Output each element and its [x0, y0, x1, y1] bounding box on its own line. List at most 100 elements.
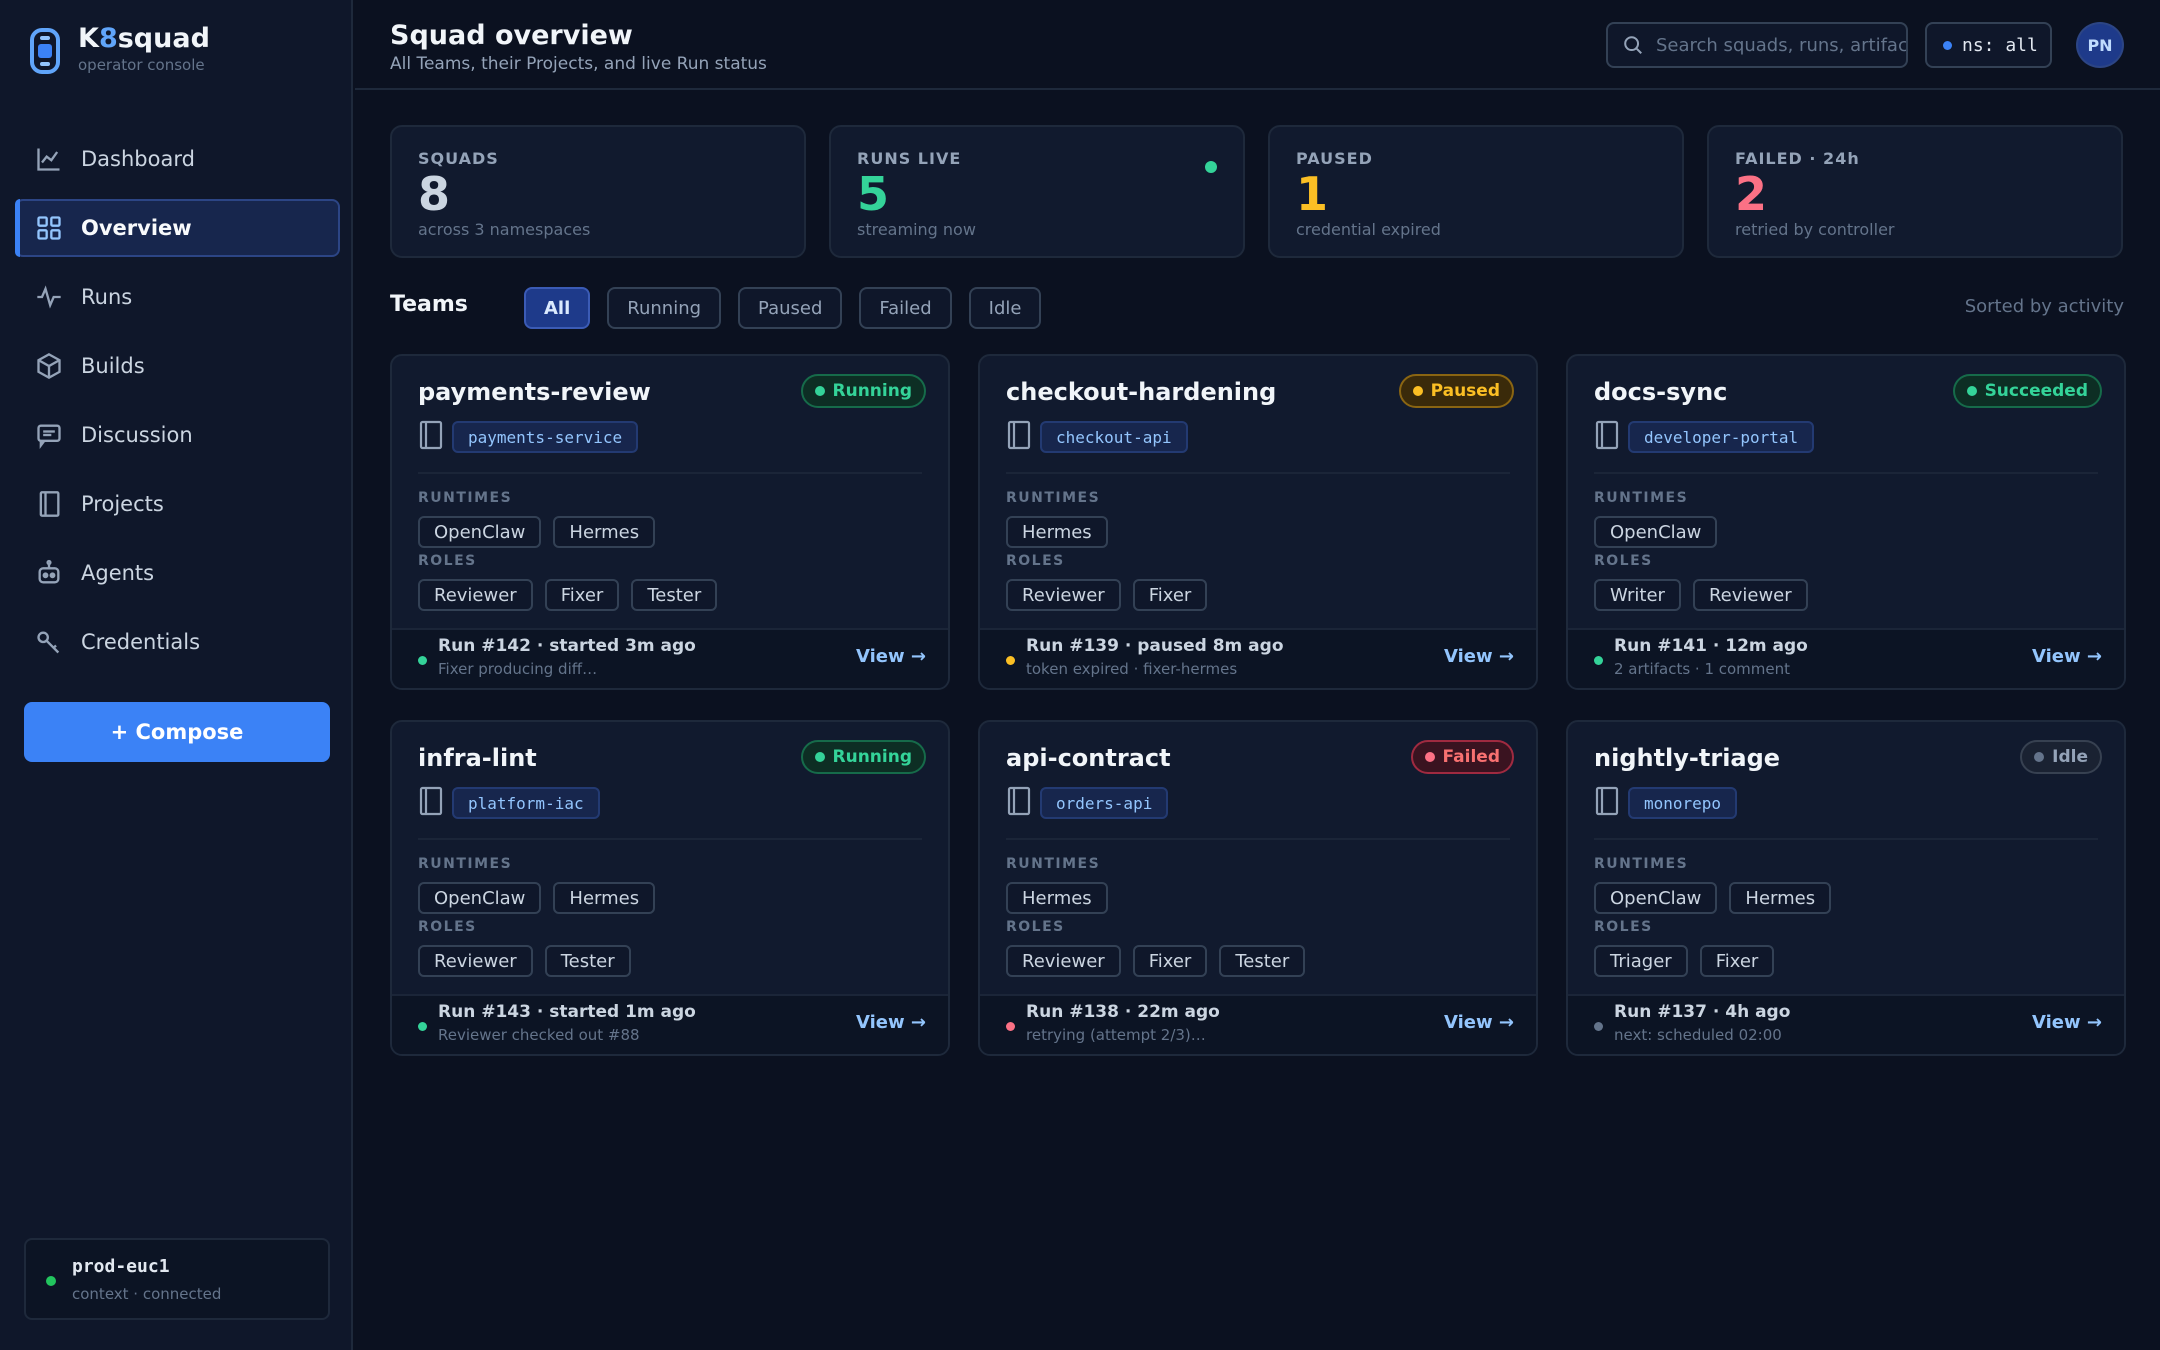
runtime-tags: Hermes	[1006, 882, 1120, 914]
runtime-tag: Hermes	[1006, 882, 1108, 914]
book-icon	[1006, 786, 1032, 820]
project-tag[interactable]: checkout-api	[1040, 421, 1188, 453]
runtimes-label: RUNTIMES	[1594, 490, 1689, 506]
sidebar-item-discussion[interactable]: Discussion	[15, 406, 340, 464]
project-tag[interactable]: monorepo	[1628, 787, 1738, 819]
sidebar-item-credentials[interactable]: Credentials	[15, 613, 340, 671]
role-tag: Fixer	[1699, 945, 1775, 977]
sidebar-item-runs[interactable]: Runs	[15, 268, 340, 326]
team-name: nightly-triage	[1594, 744, 1781, 772]
view-run-link[interactable]: View →	[2032, 646, 2102, 667]
book-icon	[1594, 786, 1620, 820]
team-card-infra-lint[interactable]: infra-lint Running platform-iac RUNTIMES Ope…	[390, 720, 950, 1056]
status-dot	[2034, 752, 2045, 762]
filter-running[interactable]: Running	[607, 287, 722, 329]
project-link[interactable]: monorepo	[1594, 786, 1738, 820]
runtime-tag: OpenClaw	[418, 516, 542, 548]
team-card-checkout-hardening[interactable]: checkout-hardening Paused checkout-api RUNT…	[978, 354, 1538, 690]
stat-card-paused[interactable]: PAUSED 1 credential expired	[1268, 125, 1684, 258]
project-tag[interactable]: orders-api	[1040, 787, 1169, 819]
project-link[interactable]: payments-service	[418, 420, 639, 454]
stat-label: SQUADS	[418, 149, 499, 168]
run-title: Run #137 · 4h ago	[1614, 1002, 1791, 1022]
runtimes-label: RUNTIMES	[418, 856, 513, 872]
project-link[interactable]: platform-iac	[418, 786, 600, 820]
context-indicator[interactable]: prod-euc1 context · connected	[24, 1238, 330, 1320]
run-status-dot	[418, 656, 427, 665]
role-tag: Fixer	[1132, 945, 1208, 977]
run-title: Run #141 · 12m ago	[1614, 636, 1808, 656]
status-dot	[1424, 752, 1435, 762]
stat-card-squads[interactable]: SQUADS 8 across 3 namespaces	[390, 125, 806, 258]
stat-subtitle: streaming now	[857, 220, 976, 239]
role-tag: Tester	[631, 579, 718, 611]
runtime-tag: Hermes	[553, 882, 656, 914]
search-box[interactable]	[1606, 22, 1908, 68]
team-card-api-contract[interactable]: api-contract Failed orders-api RUNTIMES Herm…	[978, 720, 1538, 1056]
filter-all[interactable]: All	[524, 287, 591, 329]
filter-idle[interactable]: Idle	[968, 287, 1042, 329]
status-label: Idle	[2052, 747, 2088, 767]
stat-value: 1	[1296, 167, 1329, 221]
team-name: checkout-hardening	[1006, 378, 1277, 406]
role-tag: Reviewer	[1006, 945, 1121, 977]
team-card-nightly-triage[interactable]: nightly-triage Idle monorepo RUNTIMES OpenCl…	[1566, 720, 2126, 1056]
team-card-payments-review[interactable]: payments-review Running payments-service RU…	[390, 354, 950, 690]
message-icon	[35, 421, 63, 449]
run-status-dot	[1006, 656, 1015, 665]
run-status-dot	[1006, 1022, 1015, 1031]
top-header: Squad overview All Teams, their Projects…	[355, 0, 2160, 90]
project-tag[interactable]: payments-service	[452, 421, 639, 453]
card-divider	[1594, 838, 2098, 840]
view-run-link[interactable]: View →	[2032, 1012, 2102, 1033]
status-dot	[814, 386, 825, 396]
sidebar-item-label: Agents	[81, 561, 155, 585]
view-run-link[interactable]: View →	[1444, 646, 1514, 667]
book-icon	[1594, 420, 1620, 454]
book-icon	[418, 786, 444, 820]
run-footer: Run #138 · 22m ago retrying (attempt 2/3)…	[980, 994, 1536, 1054]
cube-icon	[35, 352, 63, 380]
role-tag: Reviewer	[418, 945, 533, 977]
project-link[interactable]: checkout-api	[1006, 420, 1188, 454]
sidebar-item-agents[interactable]: Agents	[15, 544, 340, 602]
runtimes-label: RUNTIMES	[1006, 856, 1101, 872]
stat-subtitle: retried by controller	[1735, 220, 1895, 239]
filter-paused[interactable]: Paused	[738, 287, 843, 329]
view-run-link[interactable]: View →	[856, 646, 926, 667]
team-name: payments-review	[418, 378, 651, 406]
search-input[interactable]	[1656, 34, 1906, 56]
namespace-selector[interactable]: ns: all	[1925, 22, 2052, 68]
sidebar-item-builds[interactable]: Builds	[15, 337, 340, 395]
run-detail: retrying (attempt 2/3)…	[1026, 1026, 1206, 1044]
compose-button[interactable]: + Compose	[24, 702, 330, 762]
role-tags: Reviewer Fixer Tester	[1006, 945, 1317, 977]
run-title: Run #143 · started 1m ago	[438, 1002, 696, 1022]
project-tag[interactable]: developer-portal	[1628, 421, 1815, 453]
role-tag: Triager	[1594, 945, 1688, 977]
run-detail: 2 artifacts · 1 comment	[1614, 660, 1791, 678]
status-label: Failed	[1442, 747, 1500, 767]
card-divider	[1006, 472, 1510, 474]
brand[interactable]: K8squad operator console	[28, 24, 210, 74]
sidebar-item-overview[interactable]: Overview	[15, 199, 340, 257]
stat-card-failed[interactable]: FAILED · 24h 2 retried by controller	[1707, 125, 2123, 258]
user-avatar[interactable]: PN	[2076, 22, 2124, 68]
filter-failed[interactable]: Failed	[859, 287, 952, 329]
team-card-docs-sync[interactable]: docs-sync Succeeded developer-portal RUNTIM…	[1566, 354, 2126, 690]
page-subtitle: All Teams, their Projects, and live Run …	[390, 54, 767, 74]
view-run-link[interactable]: View →	[856, 1012, 926, 1033]
sidebar-item-projects[interactable]: Projects	[15, 475, 340, 533]
runtime-tag: OpenClaw	[1594, 882, 1718, 914]
sidebar-item-dashboard[interactable]: Dashboard	[15, 130, 340, 188]
stat-card-runs-live[interactable]: RUNS LIVE 5 streaming now	[829, 125, 1245, 258]
project-tag[interactable]: platform-iac	[452, 787, 600, 819]
sort-label[interactable]: Sorted by activity	[1965, 296, 2124, 317]
book-icon	[418, 420, 444, 454]
book-icon	[35, 490, 63, 518]
view-run-link[interactable]: View →	[1444, 1012, 1514, 1033]
runtime-tag: OpenClaw	[418, 882, 542, 914]
project-link[interactable]: developer-portal	[1594, 420, 1815, 454]
runtimes-label: RUNTIMES	[418, 490, 513, 506]
project-link[interactable]: orders-api	[1006, 786, 1169, 820]
